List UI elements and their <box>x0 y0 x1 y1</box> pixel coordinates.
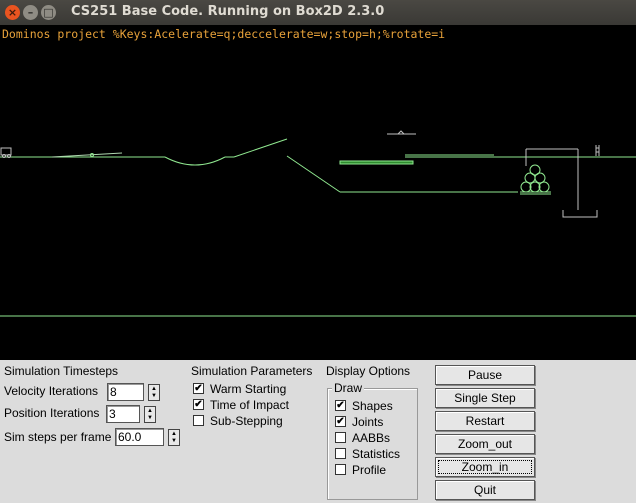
right-ladder <box>595 145 600 156</box>
incline <box>233 138 288 158</box>
checkbox-box[interactable]: ✔ <box>193 383 204 394</box>
position-iterations-arrows[interactable]: ▲ ▼ <box>144 405 156 423</box>
checkbox-label: Profile <box>352 462 387 477</box>
checkbox-box[interactable] <box>335 432 346 443</box>
control-panel: Simulation Timesteps Velocity Iterations… <box>0 360 636 503</box>
checkbox-box[interactable]: ✔ <box>335 400 346 411</box>
checkbox-label: Warm Starting <box>210 381 287 396</box>
checkbox-label: Joints <box>352 414 384 429</box>
checkbox-box[interactable] <box>335 464 346 475</box>
close-window-button[interactable]: × <box>5 5 20 20</box>
draw-joints-checkbox[interactable]: ✔ Joints <box>335 414 383 429</box>
minimize-icon: – <box>27 6 34 19</box>
checkbox-label: Sub-Stepping <box>210 413 283 428</box>
spin-up-icon[interactable]: ▲ <box>171 431 177 438</box>
velocity-iterations-spinner[interactable]: 8 ▲ ▼ <box>107 383 160 401</box>
restart-button[interactable]: Restart <box>435 411 535 431</box>
position-iterations-input[interactable]: 3 <box>106 405 140 423</box>
draw-statistics-checkbox[interactable]: Statistics <box>335 446 400 461</box>
zoom-in-button[interactable]: Zoom_in <box>435 457 535 477</box>
maximize-window-button[interactable]: □ <box>41 5 56 20</box>
spin-down-icon[interactable]: ▼ <box>151 393 157 400</box>
velocity-iterations-input[interactable]: 8 <box>107 383 144 401</box>
pause-button[interactable]: Pause <box>435 365 535 385</box>
bowl <box>164 156 226 166</box>
params-title: Simulation Parameters <box>191 364 313 378</box>
sub-stepping-checkbox[interactable]: Sub-Stepping <box>193 413 283 428</box>
window-titlebar: × – □ CS251 Base Code. Running on Box2D … <box>0 0 636 25</box>
timesteps-title: Simulation Timesteps <box>4 364 119 378</box>
zoom-out-button[interactable]: Zoom_out <box>435 434 535 454</box>
position-iterations-label: Position Iterations <box>4 406 100 420</box>
simulation-canvas[interactable]: Dominos project %Keys:Acelerate=q;deccel… <box>0 25 636 360</box>
velocity-iterations-label: Velocity Iterations <box>4 384 99 398</box>
time-of-impact-checkbox[interactable]: ✔ Time of Impact <box>193 397 289 412</box>
checkbox-label: Shapes <box>352 398 393 413</box>
spin-down-icon[interactable]: ▼ <box>147 415 153 422</box>
green-platform <box>339 160 414 165</box>
minimize-window-button[interactable]: – <box>23 5 38 20</box>
spin-down-icon[interactable]: ▼ <box>171 438 177 445</box>
maximize-icon: □ <box>43 6 54 19</box>
draw-aabbs-checkbox[interactable]: AABBs <box>335 430 390 445</box>
quit-button[interactable]: Quit <box>435 480 535 500</box>
single-step-button[interactable]: Single Step <box>435 388 535 408</box>
left-wheel-2 <box>7 154 11 158</box>
sim-steps-input[interactable]: 60.0 <box>115 428 164 446</box>
display-options-title: Display Options <box>326 364 411 378</box>
draw-shapes-checkbox[interactable]: ✔ Shapes <box>335 398 393 413</box>
sim-steps-label: Sim steps per frame <box>4 430 112 444</box>
slanted-plank <box>51 152 123 158</box>
close-icon: × <box>7 6 18 19</box>
checkbox-box[interactable] <box>335 448 346 459</box>
window-title: CS251 Base Code. Running on Box2D 2.3.0 <box>71 4 385 19</box>
checkbox-box[interactable]: ✔ <box>193 399 204 410</box>
sim-steps-arrows[interactable]: ▲ ▼ <box>168 428 180 446</box>
simulation-scene <box>0 130 636 317</box>
pulley-system <box>525 148 598 218</box>
position-iterations-spinner[interactable]: 3 ▲ ▼ <box>106 405 156 423</box>
checkbox-label: AABBs <box>352 430 391 445</box>
draw-groupbox-title: Draw <box>332 381 365 395</box>
velocity-iterations-arrows[interactable]: ▲ ▼ <box>148 383 160 401</box>
checkbox-box[interactable] <box>193 415 204 426</box>
checkbox-label: Statistics <box>352 446 401 461</box>
ramp-down <box>286 155 341 193</box>
spin-up-icon[interactable]: ▲ <box>147 408 153 415</box>
left-small-body <box>0 147 12 156</box>
warm-starting-checkbox[interactable]: ✔ Warm Starting <box>193 381 286 396</box>
left-wheel-1 <box>2 154 6 158</box>
draw-profile-checkbox[interactable]: Profile <box>335 462 386 477</box>
checkbox-box[interactable]: ✔ <box>335 416 346 427</box>
sim-steps-spinner[interactable]: 60.0 ▲ ▼ <box>115 428 180 446</box>
spin-up-icon[interactable]: ▲ <box>151 386 157 393</box>
ball-pyramid <box>520 164 551 195</box>
checkbox-label: Time of Impact <box>210 397 289 412</box>
